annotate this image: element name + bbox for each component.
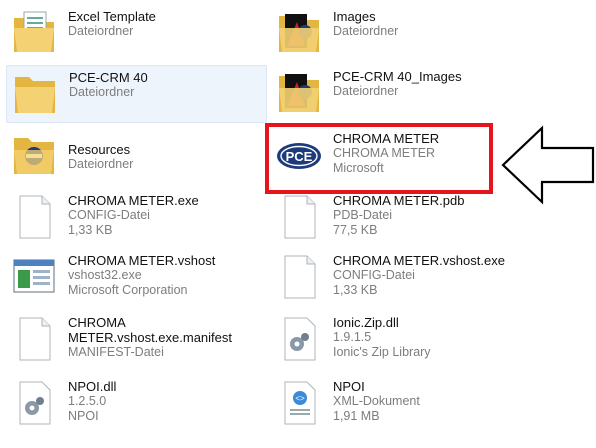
item-name: PCE-CRM 40 — [69, 70, 148, 85]
item-description: NPOI — [68, 409, 99, 423]
item-type: CONFIG-Datei — [68, 208, 150, 222]
item-name: Ionic.Zip.dll — [333, 315, 399, 330]
item-name: CHROMA — [68, 315, 126, 330]
document-icon — [275, 192, 323, 240]
file-item-chroma-meter-exe-config[interactable]: CHROMA METER.exe CONFIG-Datei 1,33 KB — [10, 192, 260, 248]
item-type: PDB-Datei — [333, 208, 393, 222]
item-name: CHROMA METER.vshost.exe — [333, 253, 505, 268]
file-item-chroma-meter-pdb[interactable]: CHROMA METER.pdb PDB-Datei 77,5 KB — [275, 192, 525, 248]
item-size: 1,33 KB — [333, 283, 378, 297]
highlight-box — [265, 123, 493, 194]
file-item-pce-crm-40-images[interactable]: PCE-CRM 40_Images Dateiordner — [275, 68, 525, 124]
item-name: CHROMA METER.vshost — [68, 253, 216, 268]
xml-document-icon: <> — [275, 378, 323, 426]
item-type: Dateiordner — [68, 157, 134, 171]
file-item-chroma-meter-vshost[interactable]: CHROMA METER.vshost vshost32.exe Microso… — [10, 252, 260, 308]
item-name: Resources — [68, 142, 131, 157]
file-item-pce-crm-40[interactable]: PCE-CRM 40 Dateiordner — [6, 65, 267, 123]
document-icon — [275, 252, 323, 300]
item-size: 77,5 KB — [333, 223, 378, 237]
folder-images-icon — [275, 68, 323, 116]
file-item-chroma-meter-vshost-exe-config[interactable]: CHROMA METER.vshost.exe CONFIG-Datei 1,3… — [275, 252, 525, 308]
document-icon — [10, 314, 58, 362]
file-item-npoi-dll[interactable]: NPOI.dll 1.2.5.0 NPOI — [10, 378, 260, 434]
item-company: Microsoft Corporation — [68, 283, 188, 297]
file-item-npoi-xml[interactable]: <> NPOI XML-Dokument 1,91 MB — [275, 378, 525, 434]
folder-excel-icon — [10, 8, 58, 56]
item-description: vshost32.exe — [68, 268, 142, 282]
item-type: Dateiordner — [69, 85, 135, 99]
pointer-arrow-icon — [501, 125, 595, 205]
folder-icon — [11, 69, 59, 117]
file-item-resources[interactable]: Resources Dateiordner — [10, 130, 260, 186]
item-name: Excel Template — [68, 9, 156, 24]
item-type: CONFIG-Datei — [333, 268, 415, 282]
folder-images-icon — [275, 8, 323, 56]
item-type: Dateiordner — [333, 84, 399, 98]
item-name: CHROMA METER.pdb — [333, 193, 465, 208]
item-version: 1.2.5.0 — [68, 394, 107, 408]
folder-resources-icon — [10, 130, 58, 178]
item-type: Dateiordner — [68, 24, 134, 38]
dll-gear-icon — [275, 314, 323, 362]
item-name: NPOI.dll — [68, 379, 117, 394]
dll-gear-icon — [10, 378, 58, 426]
item-type: MANIFEST-Datei — [68, 345, 164, 359]
item-name: Images — [333, 9, 376, 24]
item-type: Dateiordner — [333, 24, 399, 38]
file-item-ionic-zip-dll[interactable]: Ionic.Zip.dll 1.9.1.5 Ionic's Zip Librar… — [275, 314, 525, 370]
item-size: 1,33 KB — [68, 223, 113, 237]
item-size: 1,91 MB — [333, 409, 380, 423]
file-item-images[interactable]: Images Dateiordner — [275, 8, 525, 64]
document-icon — [10, 192, 58, 240]
item-description: Ionic's Zip Library — [333, 345, 431, 359]
item-name: NPOI — [333, 379, 365, 394]
file-item-excel-template[interactable]: Excel Template Dateiordner — [10, 8, 260, 64]
item-name-continued: METER.vshost.exe.manifest — [68, 330, 232, 345]
item-version: 1.9.1.5 — [333, 330, 372, 344]
item-name: PCE-CRM 40_Images — [333, 69, 462, 84]
file-item-chroma-meter-manifest[interactable]: CHROMA METER.vshost.exe.manifest MANIFES… — [10, 314, 270, 370]
item-name: CHROMA METER.exe — [68, 193, 199, 208]
item-type: XML-Dokument — [333, 394, 420, 408]
svg-text:<>: <> — [295, 394, 305, 403]
application-window-icon — [10, 252, 58, 300]
